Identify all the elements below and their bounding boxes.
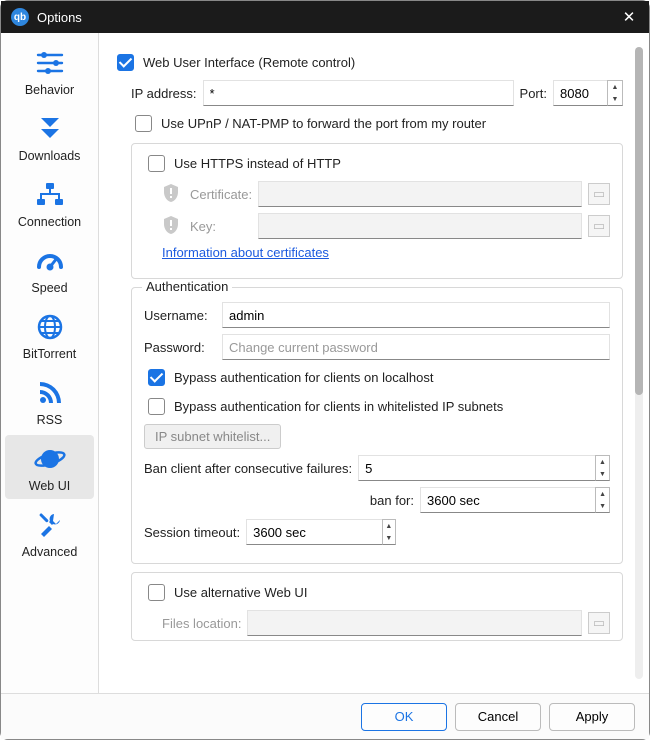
port-spinner[interactable]: ▲▼ — [553, 80, 623, 106]
ip-address-label: IP address: — [131, 86, 197, 101]
sidebar-item-behavior[interactable]: Behavior — [5, 39, 94, 103]
spinner-down-icon[interactable]: ▼ — [383, 532, 396, 544]
key-browse-button: ▭ — [588, 215, 610, 237]
ban-after-input[interactable] — [358, 455, 595, 481]
alt-webui-label: Use alternative Web UI — [174, 585, 307, 600]
spinner-down-icon[interactable]: ▼ — [596, 468, 609, 480]
cancel-button[interactable]: Cancel — [455, 703, 541, 731]
ip-subnet-whitelist-button: IP subnet whitelist... — [144, 424, 281, 449]
content-pane: Web User Interface (Remote control) IP a… — [113, 45, 641, 681]
upnp-label: Use UPnP / NAT-PMP to forward the port f… — [161, 116, 486, 131]
ban-for-input[interactable] — [420, 487, 595, 513]
certificate-input — [258, 181, 582, 207]
spinner-down-icon[interactable]: ▼ — [596, 500, 609, 512]
network-icon — [34, 179, 66, 211]
spinner-up-icon[interactable]: ▲ — [383, 520, 396, 532]
titlebar: qb Options ✕ — [1, 1, 649, 33]
webui-enable-checkbox[interactable] — [117, 54, 134, 71]
key-label: Key: — [190, 219, 252, 234]
port-label: Port: — [520, 86, 547, 101]
sidebar: Behavior Downloads Connection Speed BitT… — [1, 33, 99, 693]
key-input — [258, 213, 582, 239]
folder-icon: ▭ — [593, 186, 605, 202]
sidebar-item-advanced[interactable]: Advanced — [5, 501, 94, 565]
ip-address-input[interactable] — [203, 80, 514, 106]
dialog-footer: OK Cancel Apply — [1, 693, 649, 739]
scrollbar-thumb[interactable] — [635, 47, 643, 395]
bypass-whitelist-checkbox[interactable] — [148, 398, 165, 415]
sidebar-item-label: Behavior — [25, 83, 74, 97]
ban-after-label: Ban client after consecutive failures: — [144, 461, 352, 476]
sidebar-item-label: Connection — [18, 215, 81, 229]
app-icon: qb — [11, 8, 29, 26]
scrollbar[interactable] — [635, 47, 643, 679]
window-title: Options — [37, 10, 619, 25]
gauge-icon — [34, 245, 66, 277]
sidebar-item-label: RSS — [37, 413, 63, 427]
sidebar-item-label: Web UI — [29, 479, 70, 493]
close-icon[interactable]: ✕ — [619, 8, 639, 26]
sidebar-item-bittorrent[interactable]: BitTorrent — [5, 303, 94, 367]
bypass-whitelist-label: Bypass authentication for clients in whi… — [174, 399, 503, 414]
sidebar-item-label: Speed — [31, 281, 67, 295]
sidebar-item-label: BitTorrent — [23, 347, 77, 361]
auth-group-title: Authentication — [142, 279, 232, 294]
apply-button[interactable]: Apply — [549, 703, 635, 731]
https-label: Use HTTPS instead of HTTP — [174, 156, 341, 171]
certificate-browse-button: ▭ — [588, 183, 610, 205]
password-input[interactable] — [222, 334, 610, 360]
spinner-up-icon[interactable]: ▲ — [608, 81, 622, 93]
sidebar-item-rss[interactable]: RSS — [5, 369, 94, 433]
upnp-checkbox[interactable] — [135, 115, 152, 132]
https-checkbox[interactable] — [148, 155, 165, 172]
ban-after-spinner[interactable]: ▲▼ — [358, 455, 610, 481]
sliders-icon — [34, 47, 66, 79]
files-location-browse-button: ▭ — [588, 612, 610, 634]
webui-enable-label: Web User Interface (Remote control) — [143, 55, 355, 70]
port-input[interactable] — [553, 80, 607, 106]
sidebar-item-connection[interactable]: Connection — [5, 171, 94, 235]
planet-icon — [34, 443, 66, 475]
password-label: Password: — [144, 340, 216, 355]
tools-icon — [34, 509, 66, 541]
files-location-label: Files location: — [162, 616, 241, 631]
username-input[interactable] — [222, 302, 610, 328]
ok-button[interactable]: OK — [361, 703, 447, 731]
spinner-up-icon[interactable]: ▲ — [596, 488, 609, 500]
sidebar-item-downloads[interactable]: Downloads — [5, 105, 94, 169]
sidebar-item-webui[interactable]: Web UI — [5, 435, 94, 499]
session-timeout-label: Session timeout: — [144, 525, 240, 540]
spinner-up-icon[interactable]: ▲ — [596, 456, 609, 468]
certificate-label: Certificate: — [190, 187, 252, 202]
bypass-localhost-label: Bypass authentication for clients on loc… — [174, 370, 433, 385]
files-location-input — [247, 610, 582, 636]
session-timeout-spinner[interactable]: ▲▼ — [246, 519, 396, 545]
rss-icon — [34, 377, 66, 409]
bypass-localhost-checkbox[interactable] — [148, 369, 165, 386]
sidebar-item-label: Advanced — [22, 545, 78, 559]
sidebar-item-label: Downloads — [19, 149, 81, 163]
ban-for-spinner[interactable]: ▲▼ — [420, 487, 610, 513]
session-timeout-input[interactable] — [246, 519, 381, 545]
globe-icon — [34, 311, 66, 343]
certificates-info-link[interactable]: Information about certificates — [162, 245, 329, 260]
folder-icon: ▭ — [593, 218, 605, 234]
ban-for-label: ban for: — [370, 493, 414, 508]
username-label: Username: — [144, 308, 216, 323]
alt-webui-checkbox[interactable] — [148, 584, 165, 601]
download-icon — [34, 113, 66, 145]
sidebar-item-speed[interactable]: Speed — [5, 237, 94, 301]
spinner-down-icon[interactable]: ▼ — [608, 93, 622, 105]
folder-icon: ▭ — [593, 615, 605, 631]
shield-warning-icon — [162, 183, 180, 206]
shield-warning-icon — [162, 215, 180, 238]
